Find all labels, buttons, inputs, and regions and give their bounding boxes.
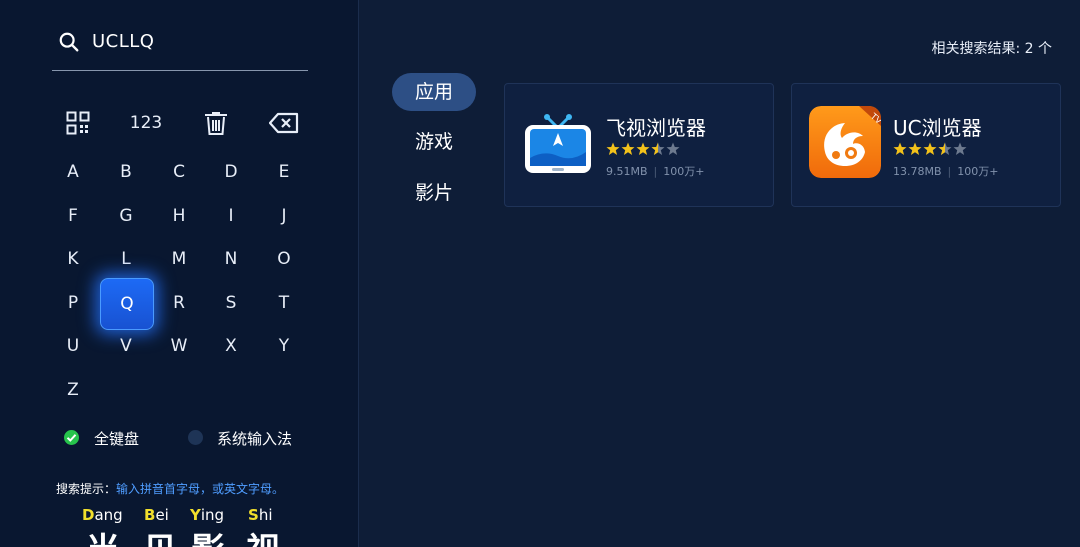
key-l[interactable]: L bbox=[99, 239, 153, 279]
key-n[interactable]: N bbox=[204, 239, 258, 279]
app-downloads: 100万+ bbox=[663, 165, 705, 178]
example-character: 贝 bbox=[143, 523, 177, 547]
check-icon bbox=[66, 434, 77, 442]
app-name: 飞视浏览器 bbox=[606, 116, 706, 140]
key-s[interactable]: S bbox=[204, 283, 258, 323]
key-t[interactable]: T bbox=[257, 283, 311, 323]
key-m[interactable]: M bbox=[152, 239, 206, 279]
key-j[interactable]: J bbox=[257, 196, 311, 236]
example-character: 当 bbox=[86, 523, 120, 547]
app-size: 13.78MB bbox=[893, 165, 942, 178]
key-q-focused[interactable]: Q bbox=[100, 278, 154, 330]
key-p[interactable]: P bbox=[46, 283, 100, 323]
numeric-key[interactable]: 123 bbox=[119, 103, 173, 143]
full-keyboard-radio[interactable] bbox=[64, 430, 79, 445]
uc-browser-icon: TV bbox=[809, 106, 881, 178]
hint-text: 输入拼音首字母，或英文字母。 bbox=[116, 482, 285, 496]
app-name: UC浏览器 bbox=[893, 116, 982, 140]
key-k[interactable]: K bbox=[46, 239, 100, 279]
key-b[interactable]: B bbox=[99, 152, 153, 192]
keyboard-panel: UCLLQ 123 A B C D E F G H I J K L M N O … bbox=[0, 0, 359, 547]
search-bar[interactable]: UCLLQ bbox=[52, 22, 308, 71]
app-downloads: 100万+ bbox=[957, 165, 999, 178]
keyboard-row: A B C D E bbox=[46, 152, 311, 192]
key-d[interactable]: D bbox=[204, 152, 258, 192]
key-z[interactable]: Z bbox=[46, 370, 100, 410]
feishi-browser-icon bbox=[522, 106, 594, 178]
rating-stars bbox=[606, 142, 680, 155]
full-keyboard-label[interactable]: 全键盘 bbox=[94, 428, 139, 449]
result-count: 相关搜索结果: 2 个 bbox=[931, 41, 1052, 57]
key-w[interactable]: W bbox=[152, 326, 206, 366]
qr-key[interactable] bbox=[51, 103, 105, 143]
search-icon bbox=[59, 32, 79, 52]
app-meta: 9.51MB | 100万+ bbox=[606, 165, 705, 178]
key-o[interactable]: O bbox=[257, 239, 311, 279]
key-y[interactable]: Y bbox=[257, 326, 311, 366]
qr-icon bbox=[66, 111, 90, 135]
key-g[interactable]: G bbox=[99, 196, 153, 236]
tab-movies[interactable]: 影片 bbox=[392, 174, 476, 212]
backspace-icon bbox=[269, 112, 299, 134]
key-x[interactable]: X bbox=[204, 326, 258, 366]
keyboard-function-row: 123 bbox=[46, 103, 311, 143]
example-character: 视 bbox=[246, 523, 280, 547]
app-meta: 13.78MB | 100万+ bbox=[893, 165, 999, 178]
example-character: 影 bbox=[191, 523, 225, 547]
search-hint: 搜索提示：输入拼音首字母，或英文字母。 bbox=[56, 480, 284, 497]
keyboard-row: P Q R S T bbox=[46, 278, 311, 330]
app-size: 9.51MB bbox=[606, 165, 648, 178]
app-card-feishi[interactable]: 飞视浏览器 9.51MB | 100万+ bbox=[504, 83, 774, 207]
results-panel: 相关搜索结果: 2 个 应用 游戏 影片 飞视浏览器 9.51MB | 100万… bbox=[359, 0, 1080, 547]
pinyin-word: Ying bbox=[190, 506, 225, 524]
key-h[interactable]: H bbox=[152, 196, 206, 236]
pinyin-word: Dang bbox=[82, 506, 123, 524]
key-a[interactable]: A bbox=[46, 152, 100, 192]
keyboard-row: Z bbox=[46, 370, 311, 410]
system-ime-label[interactable]: 系统输入法 bbox=[217, 428, 292, 449]
search-query: UCLLQ bbox=[92, 31, 155, 52]
clear-key[interactable] bbox=[189, 103, 243, 143]
key-i[interactable]: I bbox=[204, 196, 258, 236]
key-c[interactable]: C bbox=[152, 152, 206, 192]
pinyin-word: Shi bbox=[248, 506, 273, 524]
keyboard-row: K L M N O bbox=[46, 239, 311, 279]
key-f[interactable]: F bbox=[46, 196, 100, 236]
key-e[interactable]: E bbox=[257, 152, 311, 192]
key-r[interactable]: R bbox=[152, 283, 206, 323]
key-v[interactable]: V bbox=[99, 326, 153, 366]
pinyin-word: Bei bbox=[144, 506, 169, 524]
key-u[interactable]: U bbox=[46, 326, 100, 366]
keyboard-row: U V W X Y bbox=[46, 326, 311, 366]
rating-stars bbox=[893, 142, 967, 155]
backspace-key[interactable] bbox=[257, 103, 311, 143]
system-ime-radio[interactable] bbox=[188, 430, 203, 445]
tab-apps[interactable]: 应用 bbox=[392, 73, 476, 111]
app-card-uc[interactable]: TV UC浏览器 13.78MB | 100万+ bbox=[791, 83, 1061, 207]
keyboard-row: F G H I J bbox=[46, 196, 311, 236]
hint-label: 搜索提示： bbox=[56, 482, 117, 496]
trash-icon bbox=[205, 112, 227, 135]
tab-games[interactable]: 游戏 bbox=[392, 123, 476, 161]
